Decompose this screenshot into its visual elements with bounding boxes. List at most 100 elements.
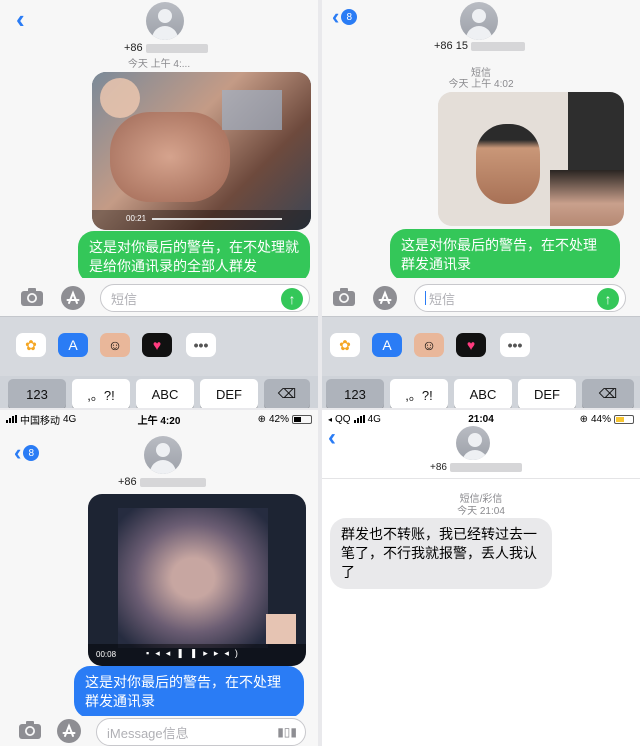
contact-number-text: +86 bbox=[124, 42, 143, 54]
digital-touch-icon[interactable]: ♥ bbox=[142, 333, 172, 357]
back-chevron-icon: ‹ bbox=[14, 440, 22, 465]
more-apps-icon[interactable]: ••• bbox=[500, 333, 530, 357]
compose-bar: 短信 ↑ bbox=[0, 278, 318, 318]
status-bar: 中国移动 4G 上午 4:20 ⊕ 42% bbox=[0, 410, 318, 428]
contact-number-text: +86 bbox=[430, 462, 447, 473]
key-123[interactable]: 123 bbox=[8, 379, 66, 408]
contact-number-text: +86 bbox=[118, 476, 137, 488]
video-time: 00:21 bbox=[126, 214, 147, 223]
battery-icon bbox=[614, 414, 634, 424]
sent-imessage-bubble[interactable]: 这是对你最后的警告，在不处理群发通讯录 bbox=[74, 666, 304, 718]
video-attachment[interactable]: 00:21 bbox=[92, 72, 311, 230]
app-store-icon[interactable] bbox=[56, 718, 82, 744]
photos-app-icon[interactable]: ✿ bbox=[16, 333, 46, 357]
compose-bar: iMessage信息 ▮▯▮ bbox=[0, 716, 318, 746]
keyboard: 123 ,。?! ABC DEF ⌫ bbox=[322, 376, 640, 408]
back-button[interactable]: ‹ 8 bbox=[332, 4, 358, 29]
contact-avatar[interactable] bbox=[146, 2, 184, 40]
contact-avatar[interactable] bbox=[460, 2, 498, 40]
send-icon[interactable]: ↑ bbox=[597, 288, 619, 310]
contact-number[interactable]: +86 bbox=[430, 462, 522, 473]
playback-controls-icon[interactable]: ▪◂◂❚❚▸▸◂) bbox=[146, 648, 244, 659]
camera-icon[interactable] bbox=[18, 720, 42, 740]
compose-bar: 短信 ↑ bbox=[322, 278, 640, 318]
video-time: 00:08 bbox=[96, 650, 117, 659]
app-store-icon[interactable] bbox=[372, 285, 398, 311]
contact-avatar[interactable] bbox=[456, 426, 490, 460]
pixelated-region bbox=[110, 112, 230, 202]
video-controls[interactable] bbox=[92, 210, 311, 230]
key-abc[interactable]: ABC bbox=[136, 379, 194, 408]
contact-number-text: +86 15 bbox=[434, 40, 468, 52]
status-bar: ◂ QQ 4G 21:04 ⊕ 44% bbox=[322, 410, 640, 428]
memoji-app-icon[interactable]: ☺ bbox=[414, 333, 444, 357]
keyboard: 123 ,。?! ABC DEF ⌫ bbox=[0, 376, 318, 408]
camera-icon[interactable] bbox=[20, 287, 44, 307]
back-chevron-icon: ‹ bbox=[332, 4, 340, 29]
contact-avatar[interactable] bbox=[144, 436, 182, 474]
unread-badge: 8 bbox=[341, 9, 358, 25]
text-cursor bbox=[425, 291, 426, 305]
video-call-screenshot[interactable] bbox=[438, 92, 624, 226]
sent-message-bubble[interactable]: 这是对你最后的警告，在不处理就是给你通讯录的全部人群发 bbox=[78, 231, 310, 283]
memoji-app-icon[interactable]: ☺ bbox=[100, 333, 130, 357]
received-message-bubble[interactable]: 群发也不转账，我已经转过去一笔了，不行我就报警，丢人我认了 bbox=[330, 518, 552, 589]
message-timestamp: 今天 上午 4:... bbox=[127, 59, 191, 70]
camera-icon[interactable] bbox=[332, 287, 356, 307]
send-icon[interactable]: ↑ bbox=[281, 288, 303, 310]
photos-app-icon[interactable]: ✿ bbox=[330, 333, 360, 357]
battery-percent: 44% bbox=[590, 413, 611, 425]
message-input[interactable]: 短信 ↑ bbox=[100, 284, 310, 312]
app-store-app-icon[interactable]: A bbox=[58, 333, 88, 357]
call-dark-panel bbox=[568, 92, 624, 172]
app-store-app-icon[interactable]: A bbox=[372, 333, 402, 357]
status-right: ⊕ 42% bbox=[258, 414, 312, 425]
orientation-lock-icon: ⊕ bbox=[257, 413, 266, 425]
video-progress[interactable] bbox=[152, 218, 282, 220]
back-chevron-icon[interactable]: ‹ bbox=[16, 6, 25, 32]
contact-number[interactable]: +86 15 bbox=[434, 40, 525, 52]
message-timestamp: 今天 上午 4:02 bbox=[448, 79, 514, 90]
chat-panel-4: ◂ QQ 4G 21:04 ⊕ 44% ‹ +86 短信/彩信 今天 21:04… bbox=[322, 410, 640, 746]
key-punctuation[interactable]: ,。?! bbox=[390, 379, 448, 408]
backspace-icon[interactable]: ⌫ bbox=[264, 379, 310, 408]
battery-percent: 42% bbox=[268, 413, 289, 425]
video-attachment[interactable]: 00:08 ▪◂◂❚❚▸▸◂) bbox=[88, 494, 306, 666]
number-mask bbox=[449, 463, 522, 472]
chat-panel-2: ‹ 8 +86 15 短信 今天 上午 4:02 这是对你最后的警告，在不处理群… bbox=[322, 0, 640, 408]
pixelated-face bbox=[118, 508, 268, 648]
imessage-app-drawer: ✿ A ☺ ♥ ••• bbox=[0, 316, 318, 376]
imessage-app-drawer: ✿ A ☺ ♥ ••• bbox=[322, 316, 640, 376]
more-apps-icon[interactable]: ••• bbox=[186, 333, 216, 357]
contact-number[interactable]: +86 bbox=[124, 42, 208, 54]
key-123[interactable]: 123 bbox=[326, 379, 384, 408]
digital-touch-icon[interactable]: ♥ bbox=[456, 333, 486, 357]
sent-message-bubble[interactable]: 这是对你最后的警告，在不处理群发通讯录 bbox=[390, 229, 620, 281]
message-input[interactable]: iMessage信息 ▮▯▮ bbox=[96, 718, 306, 746]
message-timestamp: 今天 21:04 bbox=[457, 506, 505, 517]
number-mask bbox=[145, 43, 208, 53]
number-mask bbox=[470, 41, 525, 51]
key-punctuation[interactable]: ,。?! bbox=[72, 379, 130, 408]
self-view-thumbnail bbox=[550, 170, 624, 226]
input-placeholder: 短信 bbox=[111, 291, 138, 307]
input-placeholder: 短信 bbox=[429, 291, 456, 307]
number-mask bbox=[139, 477, 206, 487]
key-abc[interactable]: ABC bbox=[454, 379, 512, 408]
key-def[interactable]: DEF bbox=[200, 379, 258, 408]
back-button[interactable]: ‹ 8 bbox=[14, 440, 40, 465]
contact-number[interactable]: +86 bbox=[118, 476, 206, 488]
screenshot-collage: ‹ +86 今天 上午 4:... 00:21 这是对你最后的警告，在不处理就是… bbox=[0, 0, 640, 746]
pixelated-face bbox=[476, 124, 540, 204]
key-def[interactable]: DEF bbox=[518, 379, 576, 408]
backspace-icon[interactable]: ⌫ bbox=[582, 379, 634, 408]
chat-panel-1: ‹ +86 今天 上午 4:... 00:21 这是对你最后的警告，在不处理就是… bbox=[0, 0, 318, 408]
audio-waveform-icon[interactable]: ▮▯▮ bbox=[277, 725, 297, 739]
pixelated-region bbox=[222, 90, 282, 130]
message-input[interactable]: 短信 ↑ bbox=[414, 284, 626, 312]
chat-panel-3: 中国移动 4G 上午 4:20 ⊕ 42% ‹ 8 +86 00:08 ▪◂◂❚… bbox=[0, 410, 318, 746]
orientation-lock-icon: ⊕ bbox=[579, 413, 588, 425]
back-chevron-icon[interactable]: ‹ bbox=[328, 426, 336, 450]
unread-badge: 8 bbox=[23, 445, 40, 461]
app-store-icon[interactable] bbox=[60, 285, 86, 311]
